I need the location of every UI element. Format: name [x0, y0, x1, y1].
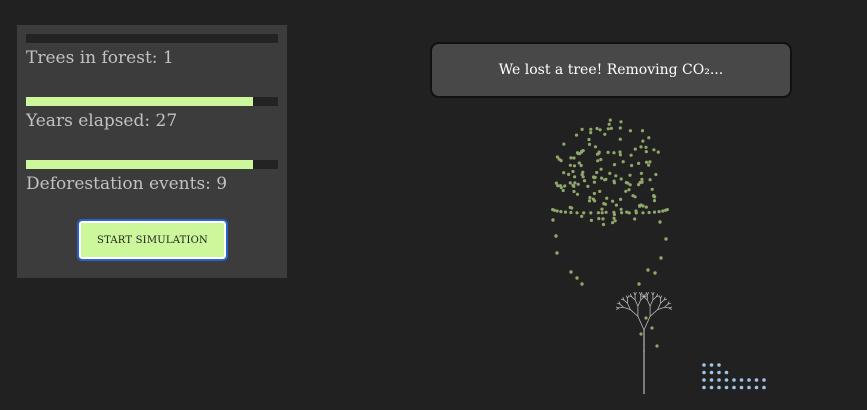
co2-dots [702, 363, 766, 390]
tree-icon [615, 292, 673, 394]
leaf-particles [551, 118, 669, 286]
forest-scene [551, 118, 766, 394]
